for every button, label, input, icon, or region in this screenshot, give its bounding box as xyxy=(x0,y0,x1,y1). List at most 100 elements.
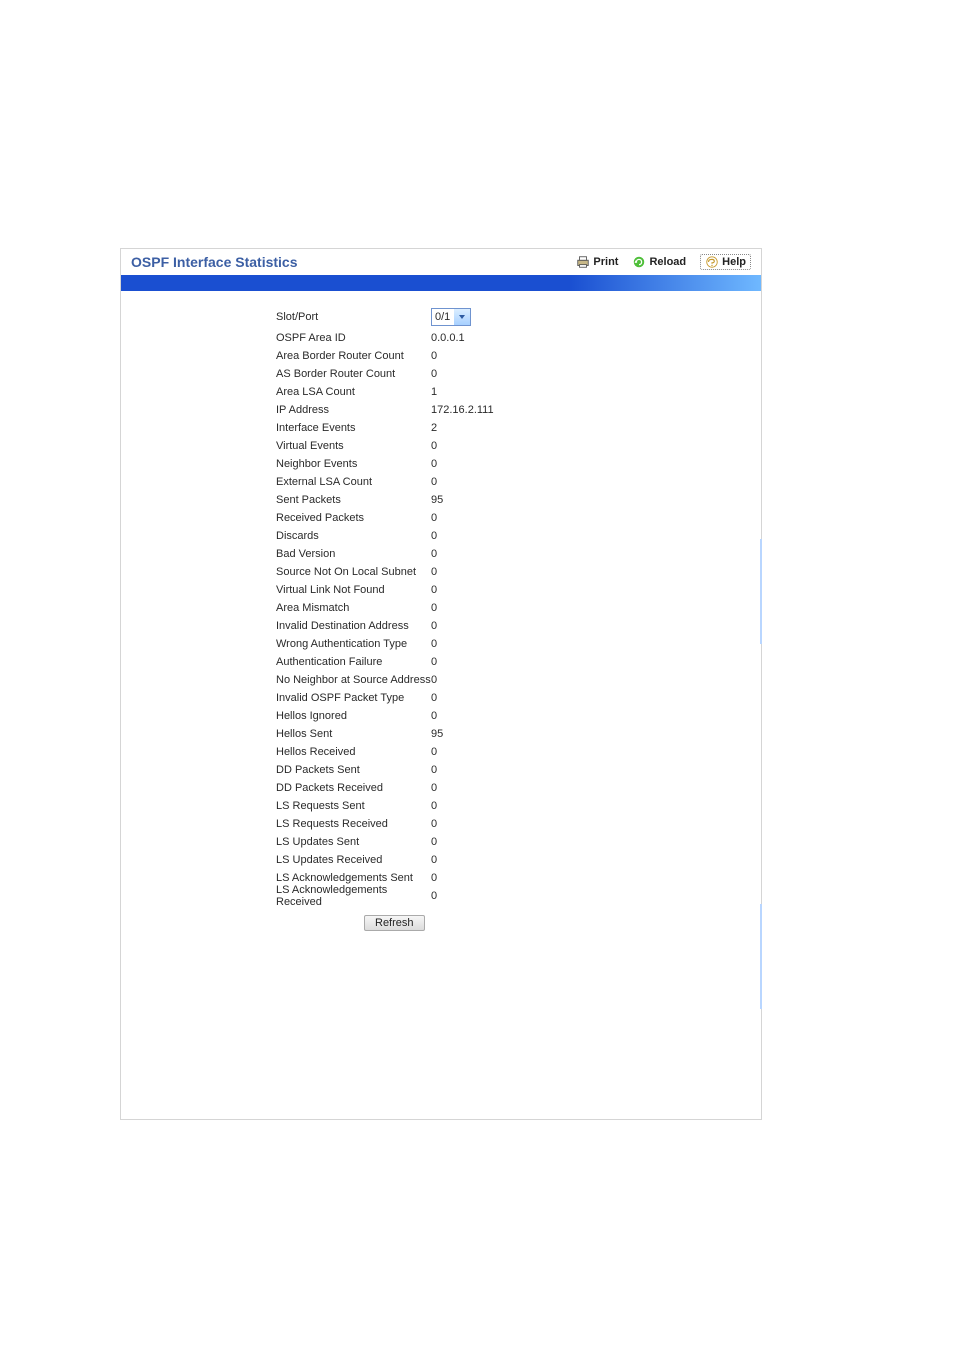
table-row: LS Requests Sent0 xyxy=(121,797,761,815)
reload-label: Reload xyxy=(649,256,686,268)
row-label: Area LSA Count xyxy=(276,386,431,398)
row-label: Hellos Received xyxy=(276,746,431,758)
row-label: DD Packets Sent xyxy=(276,764,431,776)
row-label: Invalid Destination Address xyxy=(276,620,431,632)
row-value: 1 xyxy=(431,386,631,398)
row-label: Virtual Link Not Found xyxy=(276,584,431,596)
row-value: 0 xyxy=(431,656,631,668)
table-row: Hellos Sent95 xyxy=(121,725,761,743)
table-row: Bad Version0 xyxy=(121,545,761,563)
row-value: 0 xyxy=(431,458,631,470)
table-row: Area LSA Count1 xyxy=(121,383,761,401)
row-value: 0 xyxy=(431,512,631,524)
row-label: LS Requests Received xyxy=(276,818,431,830)
row-value: 0 xyxy=(431,836,631,848)
table-row: Area Mismatch0 xyxy=(121,599,761,617)
table-row: Interface Events2 xyxy=(121,419,761,437)
table-row: IP Address172.16.2.111 xyxy=(121,401,761,419)
help-icon xyxy=(705,255,719,269)
table-row: Sent Packets95 xyxy=(121,491,761,509)
content-area: Slot/Port0/1OSPF Area ID0.0.0.1Area Bord… xyxy=(121,291,761,943)
page-title: OSPF Interface Statistics xyxy=(131,254,566,270)
button-row: Refresh xyxy=(364,915,761,931)
row-value: 0 xyxy=(431,854,631,866)
table-row: LS Updates Sent0 xyxy=(121,833,761,851)
row-value: 0 xyxy=(431,638,631,650)
help-label: Help xyxy=(722,256,746,268)
row-label: Interface Events xyxy=(276,422,431,434)
table-row: Received Packets0 xyxy=(121,509,761,527)
chevron-down-icon xyxy=(454,309,470,325)
table-row: LS Acknowledgements Sent0 xyxy=(121,869,761,887)
row-value: 0 xyxy=(431,746,631,758)
row-label: Area Border Router Count xyxy=(276,350,431,362)
row-value: 0/1 xyxy=(431,308,631,326)
table-row: Discards0 xyxy=(121,527,761,545)
table-row: Area Border Router Count0 xyxy=(121,347,761,365)
table-row: No Neighbor at Source Address0 xyxy=(121,671,761,689)
table-row: Virtual Events0 xyxy=(121,437,761,455)
row-label: Virtual Events xyxy=(276,440,431,452)
select-value: 0/1 xyxy=(435,311,454,323)
row-label: LS Updates Received xyxy=(276,854,431,866)
row-label: Source Not On Local Subnet xyxy=(276,566,431,578)
table-row: DD Packets Received0 xyxy=(121,779,761,797)
row-value: 2 xyxy=(431,422,631,434)
row-value: 95 xyxy=(431,494,631,506)
row-label: LS Updates Sent xyxy=(276,836,431,848)
row-label: Bad Version xyxy=(276,548,431,560)
scrollbar-hint-1 xyxy=(760,539,762,644)
table-row: Hellos Received0 xyxy=(121,743,761,761)
row-value: 0 xyxy=(431,440,631,452)
table-row: Virtual Link Not Found0 xyxy=(121,581,761,599)
row-label: Authentication Failure xyxy=(276,656,431,668)
row-label: Neighbor Events xyxy=(276,458,431,470)
table-row: LS Acknowledgements Received0 xyxy=(121,887,761,905)
row-label: Wrong Authentication Type xyxy=(276,638,431,650)
row-value: 0 xyxy=(431,890,631,902)
row-label: No Neighbor at Source Address xyxy=(276,674,431,686)
row-label: Received Packets xyxy=(276,512,431,524)
row-value: 0 xyxy=(431,800,631,812)
row-value: 0 xyxy=(431,548,631,560)
row-value: 0 xyxy=(431,350,631,362)
table-row: OSPF Area ID0.0.0.1 xyxy=(121,329,761,347)
row-label: Sent Packets xyxy=(276,494,431,506)
table-row: AS Border Router Count0 xyxy=(121,365,761,383)
refresh-button[interactable]: Refresh xyxy=(364,915,425,931)
row-value: 0 xyxy=(431,584,631,596)
row-value: 0 xyxy=(431,602,631,614)
row-label: Area Mismatch xyxy=(276,602,431,614)
toolbar: Print Reload Help xyxy=(566,254,751,270)
row-value: 0 xyxy=(431,818,631,830)
table-row: LS Updates Received0 xyxy=(121,851,761,869)
reload-icon xyxy=(632,255,646,269)
row-value: 95 xyxy=(431,728,631,740)
print-button[interactable]: Print xyxy=(576,255,618,269)
reload-button[interactable]: Reload xyxy=(632,255,686,269)
row-value: 0 xyxy=(431,476,631,488)
row-label: Invalid OSPF Packet Type xyxy=(276,692,431,704)
row-label: OSPF Area ID xyxy=(276,332,431,344)
row-label: LS Requests Sent xyxy=(276,800,431,812)
table-row: Source Not On Local Subnet0 xyxy=(121,563,761,581)
panel: OSPF Interface Statistics Print Reload xyxy=(120,248,762,1120)
row-value: 0 xyxy=(431,782,631,794)
row-value: 0 xyxy=(431,872,631,884)
table-row: DD Packets Sent0 xyxy=(121,761,761,779)
slot-port-select[interactable]: 0/1 xyxy=(431,308,471,326)
row-label: Slot/Port xyxy=(276,311,431,323)
row-value: 0 xyxy=(431,710,631,722)
table-row: Authentication Failure0 xyxy=(121,653,761,671)
table-row: Neighbor Events0 xyxy=(121,455,761,473)
table-row: Hellos Ignored0 xyxy=(121,707,761,725)
row-label: LS Acknowledgements Received xyxy=(276,884,431,908)
table-row: Invalid Destination Address0 xyxy=(121,617,761,635)
row-label: AS Border Router Count xyxy=(276,368,431,380)
row-label: IP Address xyxy=(276,404,431,416)
row-value: 0 xyxy=(431,530,631,542)
row-value: 0 xyxy=(431,674,631,686)
row-value: 0.0.0.1 xyxy=(431,332,631,344)
row-label: Hellos Ignored xyxy=(276,710,431,722)
help-button[interactable]: Help xyxy=(700,254,751,270)
